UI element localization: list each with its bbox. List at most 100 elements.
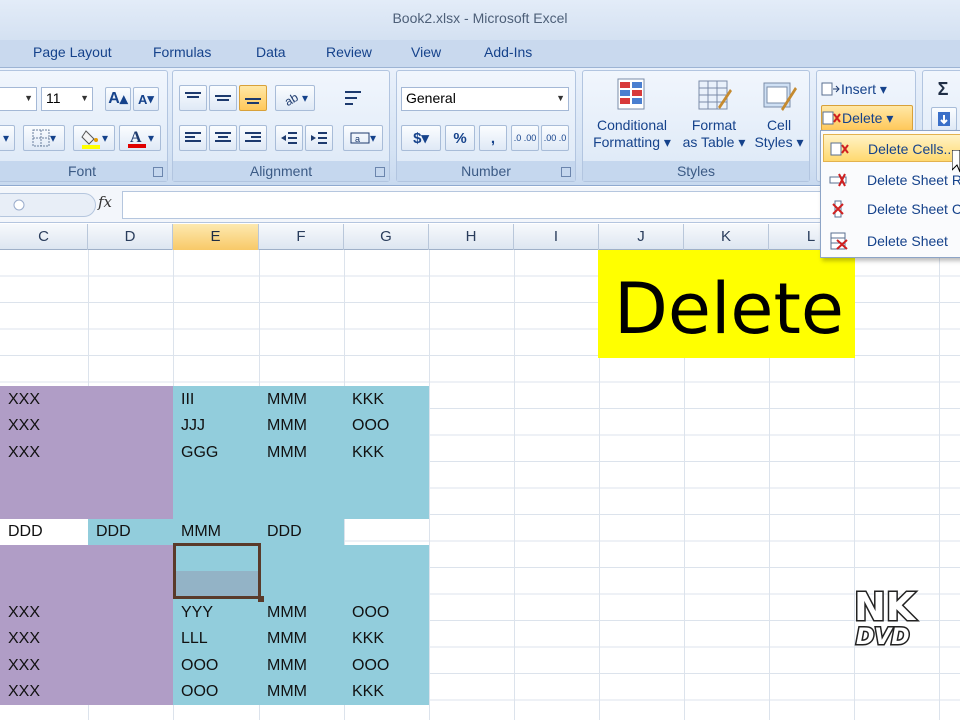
- cell-c-r7[interactable]: XXX: [0, 653, 40, 679]
- cell-c-r1[interactable]: XXX: [0, 387, 40, 413]
- decrease-decimal-button[interactable]: .00 .0: [541, 125, 569, 151]
- cell-e-r8[interactable]: OOO: [173, 679, 218, 705]
- align-top-button[interactable]: [179, 85, 207, 111]
- menu-item-delete-sheet[interactable]: Delete Sheet: [823, 227, 960, 255]
- borders-button[interactable]: ▾: [23, 125, 65, 151]
- cell-e-r6[interactable]: LLL: [173, 626, 208, 652]
- conditional-formatting-button[interactable]: Conditional Formatting ▾: [587, 77, 677, 151]
- wrap-text-button[interactable]: [339, 85, 369, 111]
- autosum-button[interactable]: Σ: [931, 77, 955, 101]
- comma-button[interactable]: ,: [479, 125, 507, 151]
- cell-c-r8[interactable]: XXX: [0, 679, 40, 705]
- column-header-j[interactable]: J: [599, 224, 684, 250]
- cell-e-r1[interactable]: III: [173, 387, 194, 413]
- delete-button[interactable]: Delete ▾: [821, 105, 913, 131]
- decrease-indent-button[interactable]: [275, 125, 303, 151]
- tab-review[interactable]: Review: [326, 44, 372, 60]
- column-header-g[interactable]: G: [344, 224, 429, 250]
- svg-text:NK: NK: [854, 586, 917, 629]
- cell-g-r8[interactable]: KKK: [344, 679, 384, 705]
- cell-e-r3[interactable]: GGG: [173, 440, 218, 466]
- column-header-e[interactable]: E: [173, 224, 259, 250]
- cell-c-r3[interactable]: XXX: [0, 440, 40, 466]
- percent-button[interactable]: %: [445, 125, 475, 151]
- column-header-k[interactable]: K: [684, 224, 769, 250]
- cell-g-r5[interactable]: OOO: [344, 600, 389, 626]
- cell-c-r6[interactable]: XXX: [0, 626, 40, 652]
- orientation-button[interactable]: ab ▾: [275, 85, 315, 111]
- cell-f-r5[interactable]: MMM: [259, 600, 307, 626]
- merge-center-button[interactable]: a ▾: [343, 125, 383, 151]
- cell-e-r5[interactable]: YYY: [173, 600, 213, 626]
- tab-add-ins[interactable]: Add-Ins: [484, 44, 532, 60]
- cell-d-r4[interactable]: DDD: [88, 519, 131, 545]
- grow-font-button[interactable]: A ▴: [105, 87, 131, 111]
- svg-text:ab: ab: [282, 90, 301, 106]
- column-header-h[interactable]: H: [429, 224, 514, 250]
- currency-button[interactable]: $ ▾: [401, 125, 441, 151]
- cell-f-r3[interactable]: MMM: [259, 440, 307, 466]
- cell-f-r8[interactable]: MMM: [259, 679, 307, 705]
- fill-button[interactable]: [931, 107, 957, 131]
- fill-color-button[interactable]: ▾: [73, 125, 115, 151]
- font-dialog-launcher[interactable]: [153, 167, 163, 177]
- tab-data[interactable]: Data: [256, 44, 286, 60]
- align-left-button[interactable]: [179, 125, 207, 151]
- font-color-icon: A: [127, 129, 146, 148]
- name-box[interactable]: [0, 193, 96, 217]
- cell-styles-button[interactable]: Cell Styles ▾: [751, 77, 807, 151]
- tab-formulas[interactable]: Formulas: [153, 44, 211, 60]
- menu-item-delete-sheet-columns[interactable]: Delete Sheet C: [823, 195, 960, 223]
- cell-e-r2[interactable]: JJJ: [173, 413, 205, 439]
- delete-sheet-icon: [830, 232, 848, 250]
- align-bottom-button[interactable]: [239, 85, 267, 111]
- menu-item-delete-sheet-rows[interactable]: Delete Sheet R: [823, 166, 960, 194]
- align-right-button[interactable]: [239, 125, 267, 151]
- cell-f-r6[interactable]: MMM: [259, 626, 307, 652]
- font-color-button[interactable]: A ▾: [119, 125, 161, 151]
- align-middle-button[interactable]: [209, 85, 237, 111]
- number-format-dropdown[interactable]: General ▼: [401, 87, 569, 111]
- font-size-dropdown[interactable]: 11 ▼: [41, 87, 93, 111]
- cell-g-r6[interactable]: KKK: [344, 626, 384, 652]
- ribbon: ▼ 11 ▼ A ▴ A ▾ ▾ ▾ ▾ A ▾ Font ab ▾ a ▾ A…: [0, 68, 960, 186]
- cell-g-r1[interactable]: KKK: [344, 387, 384, 413]
- font-dropdown-arrow[interactable]: ▾: [0, 125, 15, 151]
- tab-view[interactable]: View: [411, 44, 441, 60]
- increase-decimal-button[interactable]: .0 .00: [511, 125, 539, 151]
- menu-item-delete-cells[interactable]: Delete Cells...: [823, 134, 960, 162]
- insert-button[interactable]: Insert ▾: [821, 77, 907, 101]
- insert-function-button[interactable]: fx: [98, 193, 112, 211]
- cell-e-r4[interactable]: MMM: [173, 519, 221, 545]
- column-header-c[interactable]: C: [0, 224, 88, 250]
- column-header-i[interactable]: I: [514, 224, 599, 250]
- cell-e-r7[interactable]: OOO: [173, 653, 218, 679]
- number-dialog-launcher[interactable]: [561, 167, 571, 177]
- worksheet-grid[interactable]: Delete XXX III MMM KKK XXX JJJ MMM OOO X…: [0, 250, 960, 720]
- shrink-font-button[interactable]: A ▾: [133, 87, 159, 111]
- alignment-dialog-launcher[interactable]: [375, 167, 385, 177]
- cell-g-r3[interactable]: KKK: [344, 440, 384, 466]
- cell-f-r4[interactable]: DDD: [259, 519, 302, 545]
- font-name-dropdown[interactable]: ▼: [0, 87, 37, 111]
- active-cell-selection[interactable]: [173, 543, 264, 602]
- font-group: ▼ 11 ▼ A ▴ A ▾ ▾ ▾ ▾ A ▾ Font: [0, 70, 168, 182]
- cell-g-r7[interactable]: OOO: [344, 653, 389, 679]
- increase-indent-button[interactable]: [305, 125, 333, 151]
- menu-item-delete-rows-label: Delete Sheet R: [867, 172, 960, 188]
- orientation-icon: ab: [282, 90, 301, 106]
- cell-f-r2[interactable]: MMM: [259, 413, 307, 439]
- styles-group: Conditional Formatting ▾ Format as Table…: [582, 70, 810, 182]
- cell-f-r1[interactable]: MMM: [259, 387, 307, 413]
- cell-g-r2[interactable]: OOO: [344, 413, 389, 439]
- align-center-button[interactable]: [209, 125, 237, 151]
- column-header-f[interactable]: F: [259, 224, 344, 250]
- cell-c-r5[interactable]: XXX: [0, 600, 40, 626]
- column-header-d[interactable]: D: [88, 224, 173, 250]
- cell-c-r4[interactable]: DDD: [0, 519, 43, 545]
- tab-page-layout[interactable]: Page Layout: [33, 44, 112, 60]
- cell-c-r2[interactable]: XXX: [0, 413, 40, 439]
- alignment-group: ab ▾ a ▾ Alignment: [172, 70, 390, 182]
- cell-f-r7[interactable]: MMM: [259, 653, 307, 679]
- format-as-table-button[interactable]: Format as Table ▾: [677, 77, 751, 151]
